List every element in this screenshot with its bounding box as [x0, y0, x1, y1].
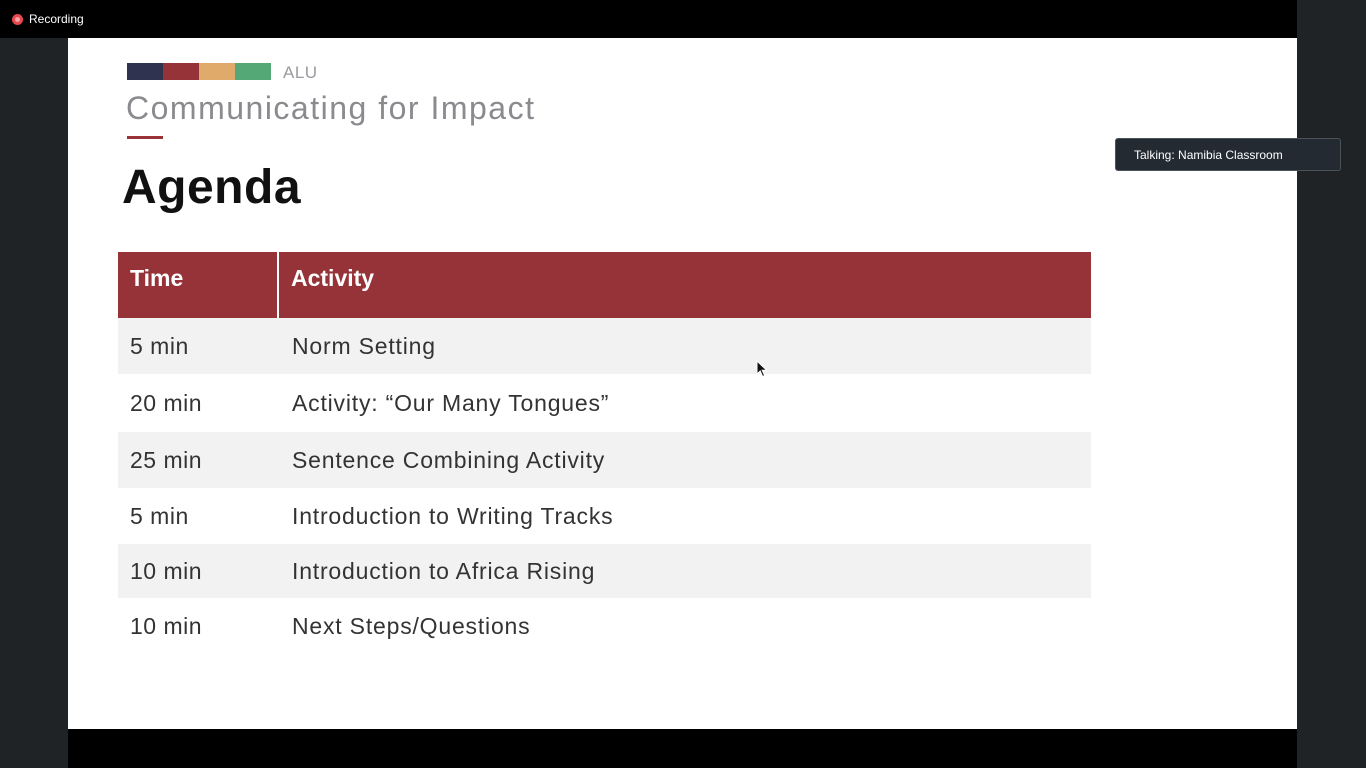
shared-slide: ALU Communicating for Impact Agenda Time… — [68, 38, 1297, 729]
right-gutter — [1297, 0, 1366, 768]
table-row: 20 min Activity: “Our Many Tongues” — [118, 374, 1091, 432]
activity-cell: Norm Setting — [292, 332, 436, 359]
brand-color-bars — [127, 63, 271, 80]
course-title: Communicating for Impact — [126, 90, 536, 126]
time-cell: 5 min — [130, 502, 189, 529]
table-row: 10 min Introduction to Africa Rising — [118, 544, 1091, 598]
brand-bar-red — [163, 63, 199, 80]
time-cell: 20 min — [130, 389, 203, 416]
activity-cell: Sentence Combining Activity — [292, 446, 606, 473]
brand-bar-green — [235, 63, 271, 80]
mouse-cursor-icon — [756, 360, 768, 378]
table-row: 25 min Sentence Combining Activity — [118, 432, 1091, 488]
left-gutter — [0, 38, 68, 768]
table-header: Time Activity — [118, 252, 1091, 318]
time-cell: 5 min — [130, 332, 189, 359]
table-row: 5 min Norm Setting — [118, 318, 1091, 374]
record-dot-icon — [12, 13, 23, 25]
activity-cell: Introduction to Africa Rising — [292, 557, 596, 584]
bottom-bar — [68, 729, 1297, 768]
brand-bar-navy — [127, 63, 163, 80]
brand-name: ALU — [283, 63, 318, 82]
agenda-table: Time Activity 5 min Norm Setting 20 min … — [118, 252, 1091, 654]
column-header-time: Time — [118, 252, 279, 318]
activity-cell: Activity: “Our Many Tongues” — [292, 389, 610, 416]
title-underline — [127, 136, 163, 139]
activity-cell: Next Steps/Questions — [292, 612, 531, 639]
brand-bar-gold — [199, 63, 235, 80]
time-cell: 25 min — [130, 446, 203, 473]
page-title: Agenda — [122, 161, 302, 214]
active-speaker-indicator: Talking: Namibia Classroom — [1115, 138, 1341, 171]
time-cell: 10 min — [130, 612, 203, 639]
column-header-activity: Activity — [291, 265, 375, 291]
recording-indicator[interactable]: Recording — [12, 12, 84, 26]
table-row: 10 min Next Steps/Questions — [118, 598, 1091, 654]
top-bar — [0, 0, 1297, 38]
time-cell: 10 min — [130, 557, 203, 584]
recording-label: Recording — [29, 12, 84, 26]
table-row: 5 min Introduction to Writing Tracks — [118, 488, 1091, 544]
activity-cell: Introduction to Writing Tracks — [292, 502, 614, 529]
